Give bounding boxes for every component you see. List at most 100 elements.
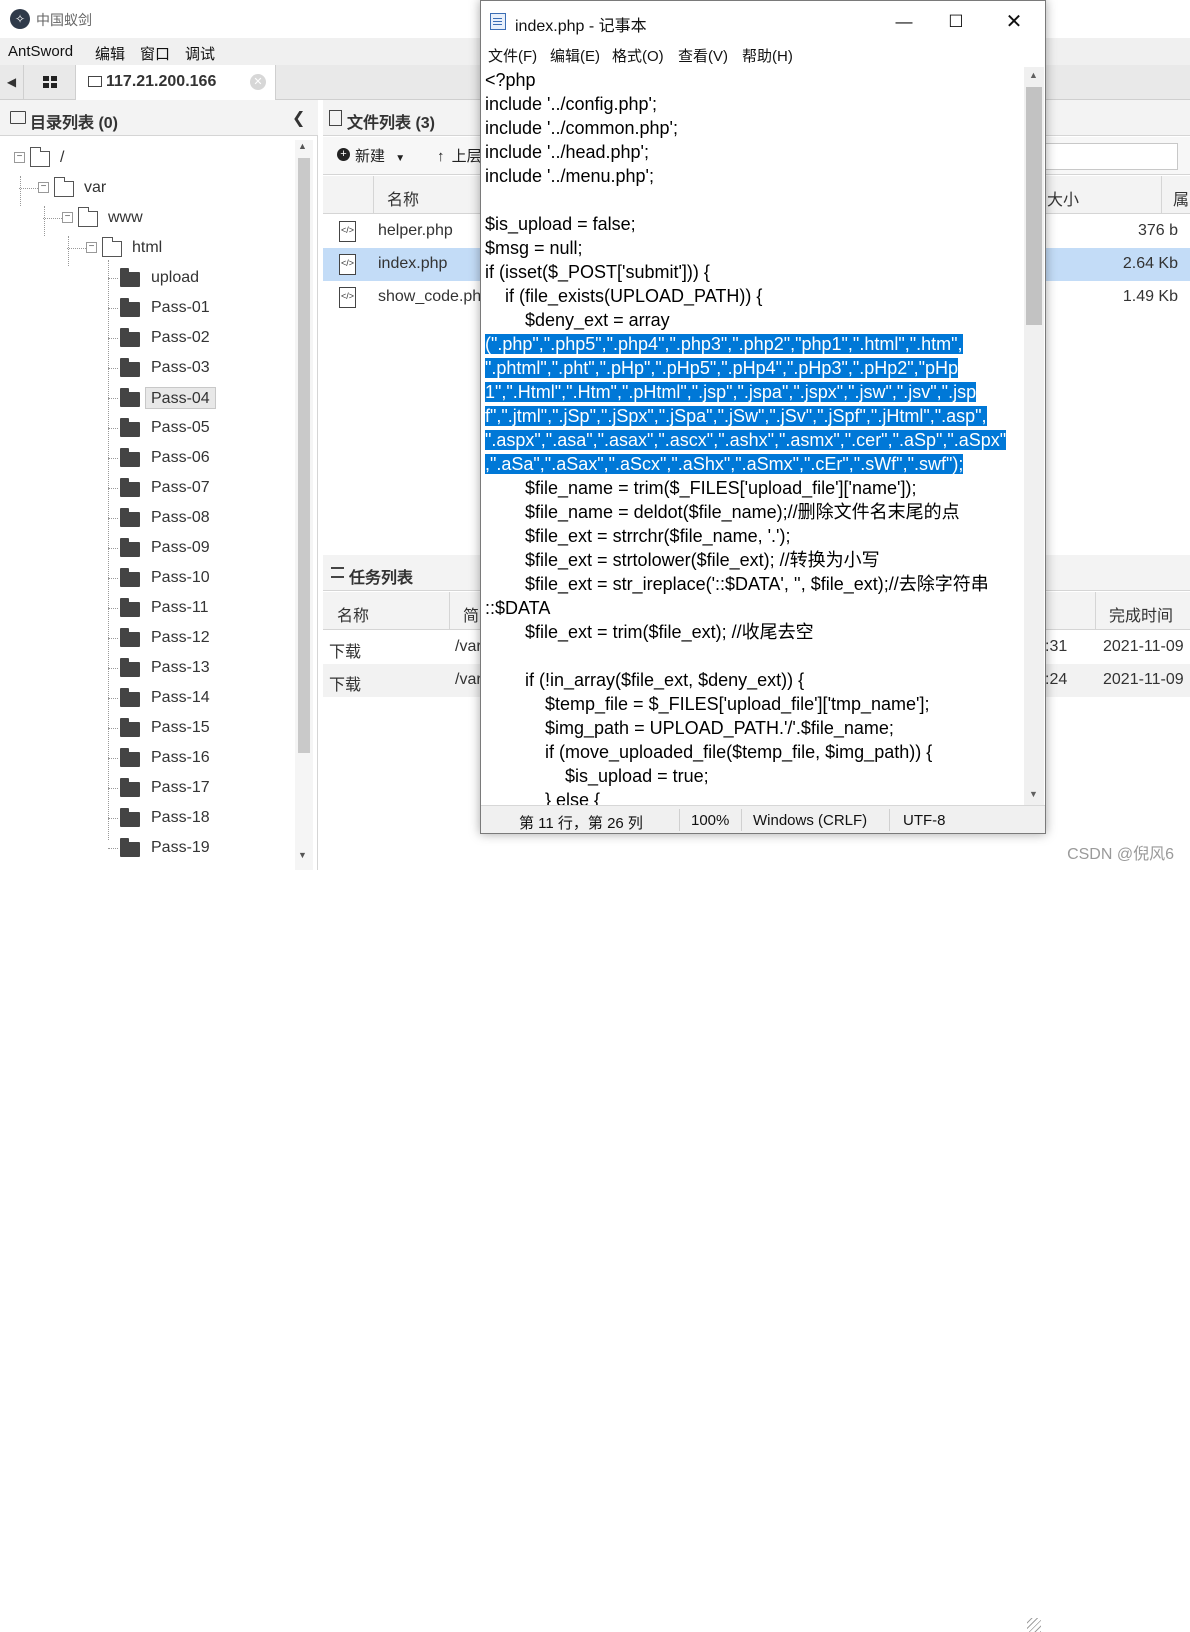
tree-item-label[interactable]: Pass-08 [151,507,210,529]
menu-help[interactable]: 帮助(H) [742,45,793,66]
tree-item-label[interactable]: Pass-07 [151,477,210,499]
menu-antsword[interactable]: AntSword [8,43,73,60]
tree-item-label[interactable]: Pass-12 [151,627,210,649]
tree-item-label[interactable]: www [108,207,143,229]
tree-item-label[interactable]: Pass-09 [151,537,210,559]
folder-icon [120,598,140,617]
tab-host[interactable]: 117.21.200.166 ✕ [76,65,276,101]
menu-window[interactable]: 窗口 [140,43,170,64]
menu-debug[interactable]: 调试 [185,43,215,64]
tree-item-label[interactable]: Pass-14 [151,687,210,709]
tree-collapse-icon[interactable]: − [86,242,97,253]
file-name: index.php [378,255,448,272]
tree-item-label[interactable]: Pass-02 [151,327,210,349]
tree-item-label[interactable]: / [60,147,64,169]
folder-open-icon [29,147,50,167]
tree-item-label[interactable]: Pass-18 [151,807,210,829]
tree-collapse-icon[interactable]: − [14,152,25,163]
resize-grip[interactable] [1027,1618,1041,1632]
code-line: $is_upload = true; [485,766,709,786]
task-column-done[interactable]: 完成时间 [1109,602,1173,626]
scrollbar-thumb[interactable] [298,158,310,753]
folder-icon [120,808,140,827]
column-size[interactable]: 大小 [1047,186,1079,210]
notepad-text-area[interactable]: <?php include '../config.php'; include '..… [483,67,1024,805]
tree-collapse-icon[interactable]: − [38,182,49,193]
scroll-down-icon[interactable]: ▼ [298,850,307,860]
tree-item-label[interactable]: Pass-10 [151,567,210,589]
folder-icon [120,568,140,587]
tab-scroll-left-icon[interactable]: ◀ [0,65,24,100]
folder-icon [88,76,102,87]
scrollbar-thumb[interactable] [1026,87,1042,325]
task-column-name[interactable]: 名称 [337,602,369,626]
directory-panel-header: 目录列表 (0) ❮ [0,100,318,136]
tree-item-label[interactable]: Pass-04 [145,387,216,409]
code-line: if (!in_array($file_ext, $deny_ext)) { [485,670,805,690]
tree-item-label[interactable]: Pass-11 [151,597,209,619]
new-button[interactable]: + 新建 ▼ [337,145,405,166]
tree-collapse-icon[interactable]: − [62,212,73,223]
task-name: 下载 [329,677,362,694]
folder-icon [120,298,140,317]
up-level-button[interactable]: ↑ 上层 [437,145,482,166]
folder-icon [120,748,140,767]
tree-item-label[interactable]: Pass-03 [151,357,210,379]
directory-scrollbar[interactable]: ▲ ▼ [295,140,313,870]
folder-icon [120,778,140,797]
tree-item-label[interactable]: Pass-17 [151,777,210,799]
path-input[interactable] [1043,143,1178,170]
tree-item-label[interactable]: Pass-16 [151,747,210,769]
tree-item-label[interactable]: Pass-19 [151,837,210,859]
tree-item-label[interactable]: Pass-01 [151,297,210,319]
notepad-scrollbar[interactable]: ▲ ▼ [1024,67,1044,805]
folder-icon [120,478,140,497]
task-column-brief[interactable]: 简 [463,602,479,626]
notepad-window: index.php - 记事本 — ☐ ✕ 文件(F) 编辑(E) 格式(O) … [480,0,1046,1632]
menu-edit[interactable]: 编辑 [95,43,125,64]
file-panel-title: 文件列表 (3) [347,115,436,132]
tree-item-label[interactable]: var [84,177,106,199]
close-tab-icon[interactable]: ✕ [250,74,266,90]
column-attr[interactable]: 属 [1173,186,1189,210]
notepad-titlebar[interactable]: index.php - 记事本 — ☐ ✕ [481,1,1045,41]
scroll-down-icon[interactable]: ▼ [1029,789,1038,799]
tree-item-label[interactable]: Pass-13 [151,657,210,679]
code-line: $file_name = trim($_FILES['upload_file']… [485,478,917,498]
zoom-level: 100% [691,812,730,829]
menu-edit[interactable]: 编辑(E) [550,45,600,66]
tree-item-label[interactable]: upload [151,267,199,289]
code-line: if (isset($_POST['submit'])) { [485,262,710,282]
directory-panel-title: 目录列表 (0) [30,115,119,132]
tree-item-label[interactable]: html [132,237,162,259]
notepad-statusbar: 第 11 行，第 26 列 100% Windows (CRLF) UTF-8 [481,805,1045,1632]
menu-file[interactable]: 文件(F) [488,45,537,66]
antsword-logo-icon: ✧ [10,9,30,29]
code-line: $file_ext = strtolower($file_ext); //转换为… [485,550,880,570]
minimize-icon[interactable]: — [881,7,927,37]
close-icon[interactable]: ✕ [991,7,1037,37]
task-name: 下载 [329,644,362,661]
tab-home[interactable] [24,65,76,100]
tree-item-label[interactable]: Pass-06 [151,447,210,469]
scroll-up-icon[interactable]: ▲ [298,141,307,151]
menu-format[interactable]: 格式(O) [612,45,664,66]
arrow-up-icon: ↑ [437,148,445,165]
code-line: include '../common.php'; [485,118,678,138]
code-file-icon: </> [339,221,356,242]
scroll-up-icon[interactable]: ▲ [1029,70,1038,80]
folder-open-icon [53,177,74,197]
tree-item-label[interactable]: Pass-15 [151,717,210,739]
code-line: $temp_file = $_FILES['upload_file']['tmp… [485,694,930,714]
tree-item-label[interactable]: Pass-05 [151,417,210,439]
file-name: show_code.php [378,288,491,305]
menu-view[interactable]: 查看(V) [678,45,728,66]
selected-text: f",".jtml",".jSp",".jSpx",".jSpa",".jSw"… [485,406,987,426]
code-line: include '../config.php'; [485,94,657,114]
maximize-icon[interactable]: ☐ [933,7,979,37]
code-line: $file_ext = trim($file_ext); //收尾去空 [485,622,814,642]
code-line: <?php [485,70,536,90]
column-name[interactable]: 名称 [387,186,419,210]
code-file-icon: </> [339,287,356,308]
collapse-panel-icon[interactable]: ❮ [292,108,305,128]
